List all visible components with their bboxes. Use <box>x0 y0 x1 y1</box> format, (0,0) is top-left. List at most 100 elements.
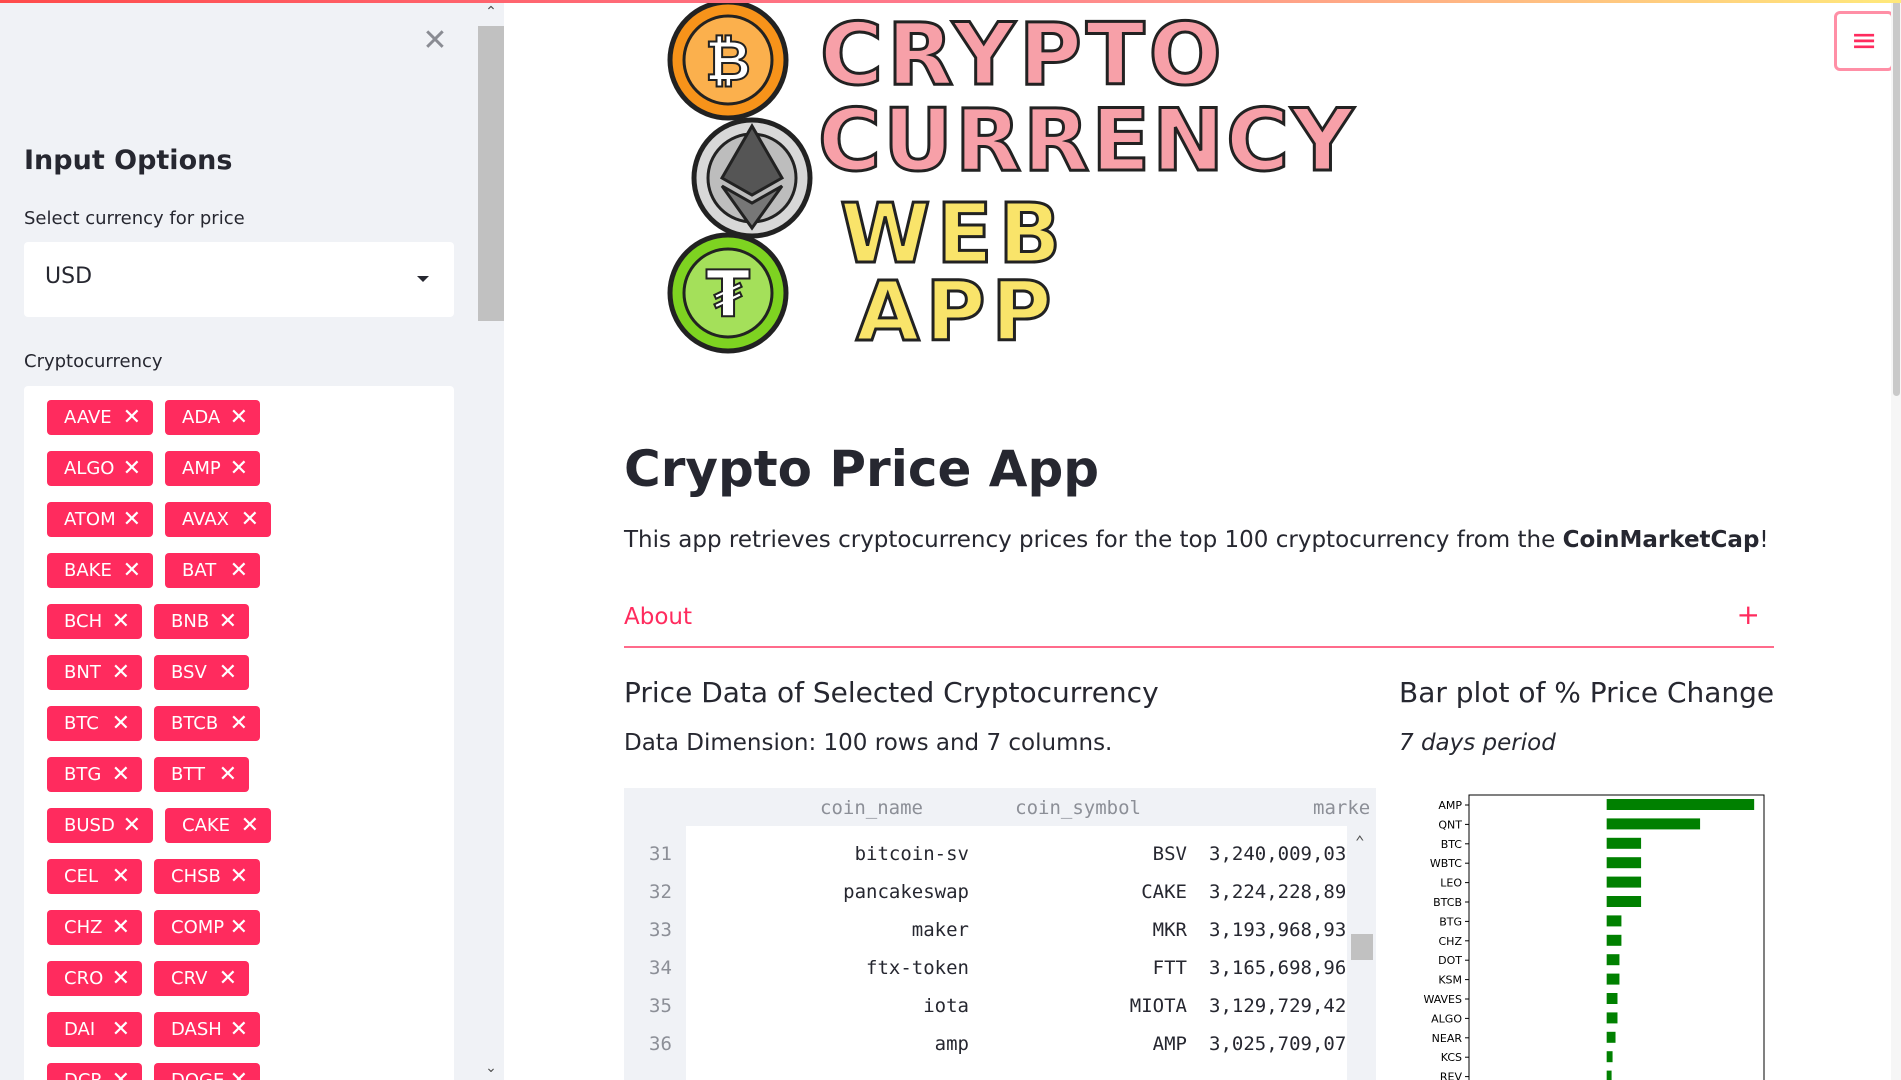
about-expander[interactable]: About + <box>624 596 1774 648</box>
bar-rev <box>1606 1070 1612 1080</box>
table-row[interactable]: ftx-token FTT 3,165,698,96 <box>686 957 1360 987</box>
y-tick-label: KCS <box>1441 1051 1462 1064</box>
remove-tag-icon[interactable]: ✕ <box>219 757 237 792</box>
crypto-tag-btcb[interactable]: BTCB ✕ <box>154 706 260 741</box>
crypto-tag-label: DAI <box>64 1019 96 1040</box>
crypto-tag-chz[interactable]: CHZ ✕ <box>47 910 142 945</box>
crypto-tag-bsv[interactable]: BSV ✕ <box>154 655 249 690</box>
table-scrollbar[interactable]: ⌃ <box>1347 826 1376 1080</box>
remove-tag-icon[interactable]: ✕ <box>112 1063 130 1080</box>
hamburger-menu-button[interactable]: ≡ <box>1834 11 1894 71</box>
bar-btcb <box>1606 896 1642 907</box>
remove-tag-icon[interactable]: ✕ <box>112 604 130 639</box>
remove-tag-icon[interactable]: ✕ <box>112 706 130 741</box>
remove-tag-icon[interactable]: ✕ <box>230 553 248 588</box>
remove-tag-icon[interactable]: ✕ <box>112 859 130 894</box>
remove-tag-icon[interactable]: ✕ <box>123 553 141 588</box>
y-tick-label: QNT <box>1438 818 1462 831</box>
scroll-down-icon[interactable]: ⌄ <box>485 1061 497 1075</box>
crypto-tag-bake[interactable]: BAKE ✕ <box>47 553 153 588</box>
remove-tag-icon[interactable]: ✕ <box>112 655 130 690</box>
crypto-tag-doge[interactable]: DOGE ✕ <box>154 1063 260 1080</box>
crypto-tag-cake[interactable]: CAKE ✕ <box>165 808 271 843</box>
remove-tag-icon[interactable]: ✕ <box>112 961 130 996</box>
currency-select[interactable]: USD <box>24 242 454 317</box>
table-row[interactable]: iota MIOTA 3,129,729,42 <box>686 995 1360 1025</box>
price-change-bar-chart: AMP QNT BTC WBTC LEO BTCB BTG CHZ DOT KSM WAVES ALG… <box>1423 794 1765 1080</box>
bar-near <box>1606 1031 1616 1043</box>
column-header-market[interactable]: marke <box>1313 797 1370 819</box>
main-scrollbar[interactable] <box>1891 0 1901 1080</box>
crypto-tag-bnt[interactable]: BNT ✕ <box>47 655 142 690</box>
remove-tag-icon[interactable]: ✕ <box>241 502 259 537</box>
crypto-tag-amp[interactable]: AMP ✕ <box>165 451 260 486</box>
table-row[interactable]: bitcoin-sv BSV 3,240,009,03 <box>686 843 1360 873</box>
crypto-tag-busd[interactable]: BUSD ✕ <box>47 808 153 843</box>
table-row[interactable]: pancakeswap CAKE 3,224,228,89 <box>686 881 1360 911</box>
crypto-tag-cro[interactable]: CRO ✕ <box>47 961 142 996</box>
remove-tag-icon[interactable]: ✕ <box>219 961 237 996</box>
svg-text:₮: ₮ <box>706 258 751 332</box>
remove-tag-icon[interactable]: ✕ <box>219 604 237 639</box>
bar-algo <box>1606 1012 1618 1024</box>
crypto-tag-bnb[interactable]: BNB ✕ <box>154 604 249 639</box>
remove-tag-icon[interactable]: ✕ <box>230 859 248 894</box>
remove-tag-icon[interactable]: ✕ <box>123 808 141 843</box>
expand-plus-icon[interactable]: + <box>1737 598 1760 631</box>
remove-tag-icon[interactable]: ✕ <box>112 910 130 945</box>
scroll-up-icon[interactable]: ⌃ <box>485 5 497 19</box>
price-data-table[interactable]: coin_name coin_symbol marke bitcoin-sv BS… <box>624 788 1376 1080</box>
remove-tag-icon[interactable]: ✕ <box>230 706 248 741</box>
crypto-tag-label: CRV <box>171 968 208 989</box>
crypto-tag-dai[interactable]: DAI ✕ <box>47 1012 142 1047</box>
crypto-tag-bch[interactable]: BCH ✕ <box>47 604 142 639</box>
remove-tag-icon[interactable]: ✕ <box>241 808 259 843</box>
remove-tag-icon[interactable]: ✕ <box>123 400 141 435</box>
y-tick-label: WBTC <box>1430 857 1462 870</box>
table-row[interactable]: maker MKR 3,193,968,93 <box>686 919 1360 949</box>
column-header-coin-name[interactable]: coin_name <box>820 797 923 819</box>
currency-select-value: USD <box>45 264 93 289</box>
cryptocurrency-multiselect[interactable]: AAVE ✕ ADA ✕ ALGO ✕ AMP ✕ ATOM ✕ AVAX ✕ BAKE ✕ BAT ✕ BCH… <box>24 386 454 1080</box>
crypto-tag-avax[interactable]: AVAX ✕ <box>165 502 271 537</box>
remove-tag-icon[interactable]: ✕ <box>112 757 130 792</box>
crypto-tag-atom[interactable]: ATOM ✕ <box>47 502 153 537</box>
table-scrollbar-thumb[interactable] <box>1351 934 1373 960</box>
crypto-tag-chsb[interactable]: CHSB ✕ <box>154 859 260 894</box>
remove-tag-icon[interactable]: ✕ <box>230 1012 248 1047</box>
crypto-tag-dash[interactable]: DASH ✕ <box>154 1012 260 1047</box>
remove-tag-icon[interactable]: ✕ <box>230 1063 248 1080</box>
scroll-up-icon[interactable]: ⌃ <box>1355 832 1365 851</box>
coinmarketcap-name: CoinMarketCap <box>1562 527 1760 553</box>
crypto-tag-crv[interactable]: CRV ✕ <box>154 961 249 996</box>
close-icon[interactable]: ✕ <box>420 26 450 56</box>
crypto-tag-ada[interactable]: ADA ✕ <box>165 400 260 435</box>
remove-tag-icon[interactable]: ✕ <box>112 1012 130 1047</box>
y-tick-label: ALGO <box>1431 1012 1462 1025</box>
sidebar-content: ✕ Input Options Select currency for pric… <box>0 0 478 1080</box>
crypto-tag-btg[interactable]: BTG ✕ <box>47 757 142 792</box>
crypto-tag-comp[interactable]: COMP ✕ <box>154 910 260 945</box>
y-tick-label: DOT <box>1438 954 1462 967</box>
main-scrollbar-thumb[interactable] <box>1893 0 1900 396</box>
crypto-tag-algo[interactable]: ALGO ✕ <box>47 451 153 486</box>
remove-tag-icon[interactable]: ✕ <box>230 400 248 435</box>
remove-tag-icon[interactable]: ✕ <box>219 655 237 690</box>
remove-tag-icon[interactable]: ✕ <box>230 451 248 486</box>
cell-coin-name: bitcoin-sv <box>854 843 969 865</box>
remove-tag-icon[interactable]: ✕ <box>123 502 141 537</box>
sidebar-scrollbar[interactable]: ⌃ ⌄ <box>478 0 504 1080</box>
crypto-tag-btt[interactable]: BTT ✕ <box>154 757 249 792</box>
remove-tag-icon[interactable]: ✕ <box>230 910 248 945</box>
crypto-tag-cel[interactable]: CEL ✕ <box>47 859 142 894</box>
crypto-tag-btc[interactable]: BTC ✕ <box>47 706 142 741</box>
crypto-tag-bat[interactable]: BAT ✕ <box>165 553 260 588</box>
table-row[interactable]: amp AMP 3,025,709,07 <box>686 1033 1360 1063</box>
crypto-tag-aave[interactable]: AAVE ✕ <box>47 400 153 435</box>
crypto-tag-dcr[interactable]: DCR ✕ <box>47 1063 142 1080</box>
crypto-tag-label: ALGO <box>64 458 115 479</box>
remove-tag-icon[interactable]: ✕ <box>123 451 141 486</box>
cell-coin-name: iota <box>923 995 969 1017</box>
sidebar-scrollbar-thumb[interactable] <box>478 26 504 321</box>
column-header-coin-symbol[interactable]: coin_symbol <box>1015 797 1141 819</box>
